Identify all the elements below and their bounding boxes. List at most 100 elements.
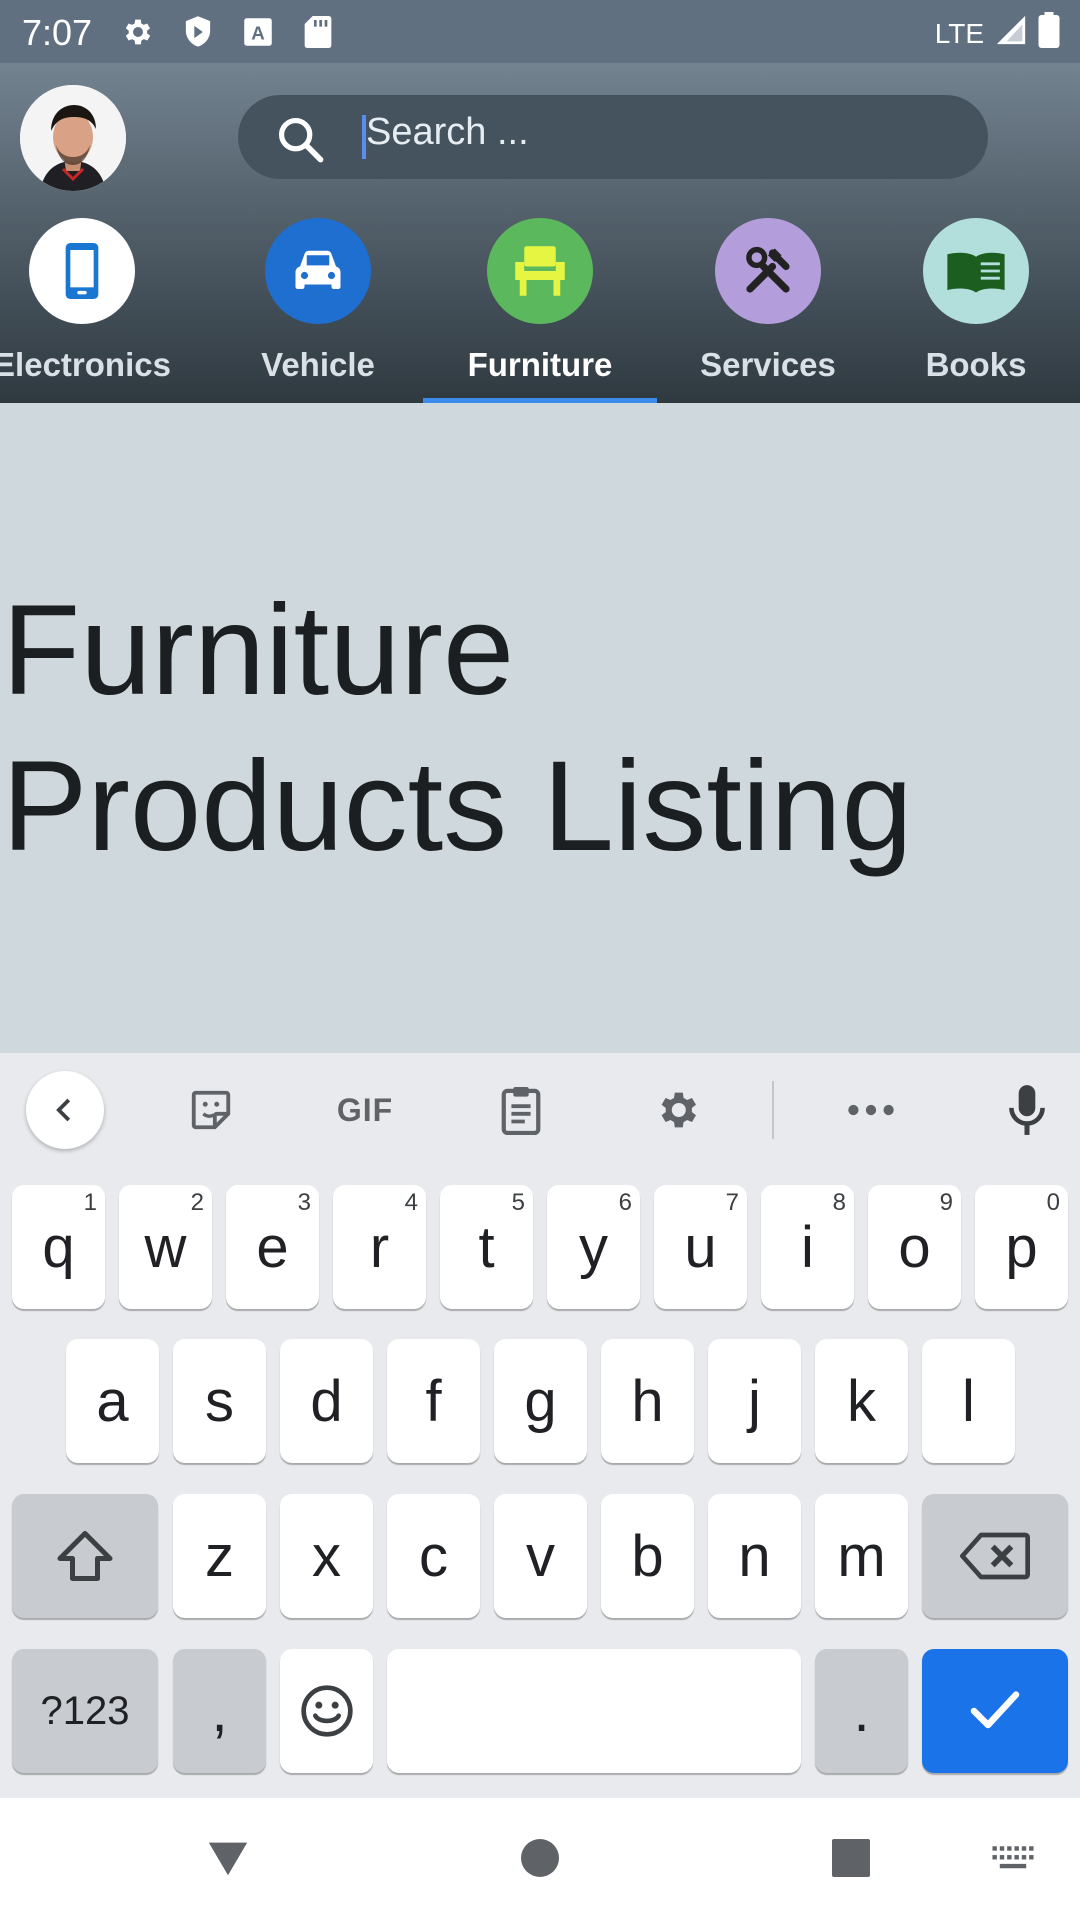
- microphone-icon: [1009, 1085, 1045, 1135]
- backspace-key[interactable]: [922, 1494, 1068, 1618]
- tab-label: Electronics: [0, 346, 171, 383]
- tab-vehicle[interactable]: Vehicle: [218, 218, 418, 403]
- avatar-photo: [20, 85, 126, 191]
- collapse-toolbar-button[interactable]: [26, 1071, 104, 1149]
- key-c[interactable]: c: [387, 1494, 480, 1618]
- backspace-icon: [960, 1532, 1030, 1580]
- network-type: LTE: [934, 17, 984, 49]
- key-n[interactable]: n: [708, 1494, 801, 1618]
- main-content: Furniture Products Listing: [0, 403, 1080, 1053]
- tab-books[interactable]: Books: [876, 218, 1076, 403]
- key-i[interactable]: i8: [761, 1185, 854, 1309]
- gif-button[interactable]: GIF: [320, 1079, 410, 1141]
- emoji-icon: [300, 1685, 353, 1737]
- key-u[interactable]: u7: [654, 1185, 747, 1309]
- tab-label: Services: [700, 346, 836, 383]
- key-k[interactable]: k: [815, 1339, 908, 1463]
- search-input[interactable]: Search ...: [366, 111, 529, 154]
- more-options-button[interactable]: [840, 1079, 902, 1141]
- tools-icon: [715, 218, 821, 324]
- app-header: Search ... Electronics Vehicle Furniture…: [0, 63, 1080, 403]
- back-button[interactable]: [203, 1833, 253, 1883]
- clipboard-button[interactable]: [490, 1079, 552, 1141]
- signal-icon: [994, 13, 1028, 54]
- key-b[interactable]: b: [601, 1494, 694, 1618]
- tab-services[interactable]: Services: [668, 218, 868, 403]
- checkmark-icon: [970, 1691, 1020, 1729]
- status-notification-icons: A: [120, 14, 336, 50]
- emoji-key[interactable]: [280, 1649, 373, 1773]
- keyboard-toolbar: GIF: [0, 1053, 1080, 1165]
- shift-icon: [57, 1531, 113, 1581]
- status-right: LTE: [935, 12, 1060, 55]
- avatar[interactable]: [20, 85, 126, 191]
- key-a[interactable]: a: [66, 1339, 159, 1463]
- home-button[interactable]: [515, 1833, 565, 1883]
- key-m[interactable]: m: [815, 1494, 908, 1618]
- key-d[interactable]: d: [280, 1339, 373, 1463]
- status-time: 7:07: [22, 12, 93, 53]
- car-icon: [265, 218, 371, 324]
- system-nav-bar: [0, 1798, 1080, 1920]
- tab-electronics[interactable]: Electronics: [0, 218, 182, 403]
- more-horizontal-icon: [848, 1104, 894, 1116]
- chair-icon: [487, 218, 593, 324]
- tab-furniture[interactable]: Furniture: [440, 218, 640, 403]
- shift-key[interactable]: [12, 1494, 158, 1618]
- voice-input-button[interactable]: [996, 1079, 1058, 1141]
- search-bar[interactable]: Search ...: [238, 95, 988, 179]
- key-o[interactable]: o9: [868, 1185, 961, 1309]
- key-h[interactable]: h: [601, 1339, 694, 1463]
- sd-card-icon: [300, 14, 336, 50]
- space-key[interactable]: [387, 1649, 801, 1773]
- key-x[interactable]: x: [280, 1494, 373, 1618]
- key-j[interactable]: j: [708, 1339, 801, 1463]
- svg-text:A: A: [251, 23, 265, 44]
- settings-icon: [120, 14, 156, 50]
- key-w[interactable]: w2: [119, 1185, 212, 1309]
- status-bar: 7:07 A LTE: [0, 0, 1080, 63]
- period-key[interactable]: .: [815, 1649, 908, 1773]
- tab-label: Furniture: [467, 346, 613, 383]
- back-triangle-icon: [208, 1842, 248, 1876]
- gear-icon: [661, 1092, 696, 1128]
- soft-keyboard: GIF q1 w2 e3 r4 t5 y6 u7 i8 o9 p0 a s d …: [0, 1053, 1080, 1798]
- battery-icon: [1038, 12, 1060, 55]
- keyboard-icon: [992, 1846, 1034, 1869]
- clipboard-icon: [501, 1087, 541, 1135]
- recents-button[interactable]: [826, 1833, 876, 1883]
- key-p[interactable]: p0: [975, 1185, 1068, 1309]
- sticker-icon: [191, 1090, 231, 1130]
- symbols-key[interactable]: ?123: [12, 1649, 158, 1773]
- key-t[interactable]: t5: [440, 1185, 533, 1309]
- page-title-line2: Products Listing: [2, 735, 913, 878]
- home-circle-icon: [521, 1839, 559, 1877]
- enter-key[interactable]: [922, 1649, 1068, 1773]
- smartphone-icon: [29, 218, 135, 324]
- shield-icon: [180, 14, 216, 50]
- tab-label: Vehicle: [261, 346, 375, 383]
- font-icon: A: [240, 14, 276, 50]
- toolbar-divider: [772, 1081, 774, 1139]
- search-icon: [274, 113, 326, 165]
- tab-label: Books: [925, 346, 1027, 383]
- key-q[interactable]: q1: [12, 1185, 105, 1309]
- key-z[interactable]: z: [173, 1494, 266, 1618]
- category-tabs: Electronics Vehicle Furniture Services B…: [0, 218, 1080, 403]
- key-l[interactable]: l: [922, 1339, 1015, 1463]
- key-f[interactable]: f: [387, 1339, 480, 1463]
- page-title-line1: Furniture: [2, 579, 515, 722]
- keyboard-settings-button[interactable]: [648, 1079, 710, 1141]
- key-r[interactable]: r4: [333, 1185, 426, 1309]
- chevron-left-icon: [56, 1098, 71, 1122]
- key-y[interactable]: y6: [547, 1185, 640, 1309]
- key-s[interactable]: s: [173, 1339, 266, 1463]
- key-v[interactable]: v: [494, 1494, 587, 1618]
- keyboard-switch-button[interactable]: [983, 1833, 1043, 1883]
- comma-key[interactable]: ,: [173, 1649, 266, 1773]
- book-icon: [923, 218, 1029, 324]
- key-e[interactable]: e3: [226, 1185, 319, 1309]
- key-g[interactable]: g: [494, 1339, 587, 1463]
- sticker-button[interactable]: [180, 1079, 242, 1141]
- page-title: Furniture Products Listing: [2, 573, 913, 885]
